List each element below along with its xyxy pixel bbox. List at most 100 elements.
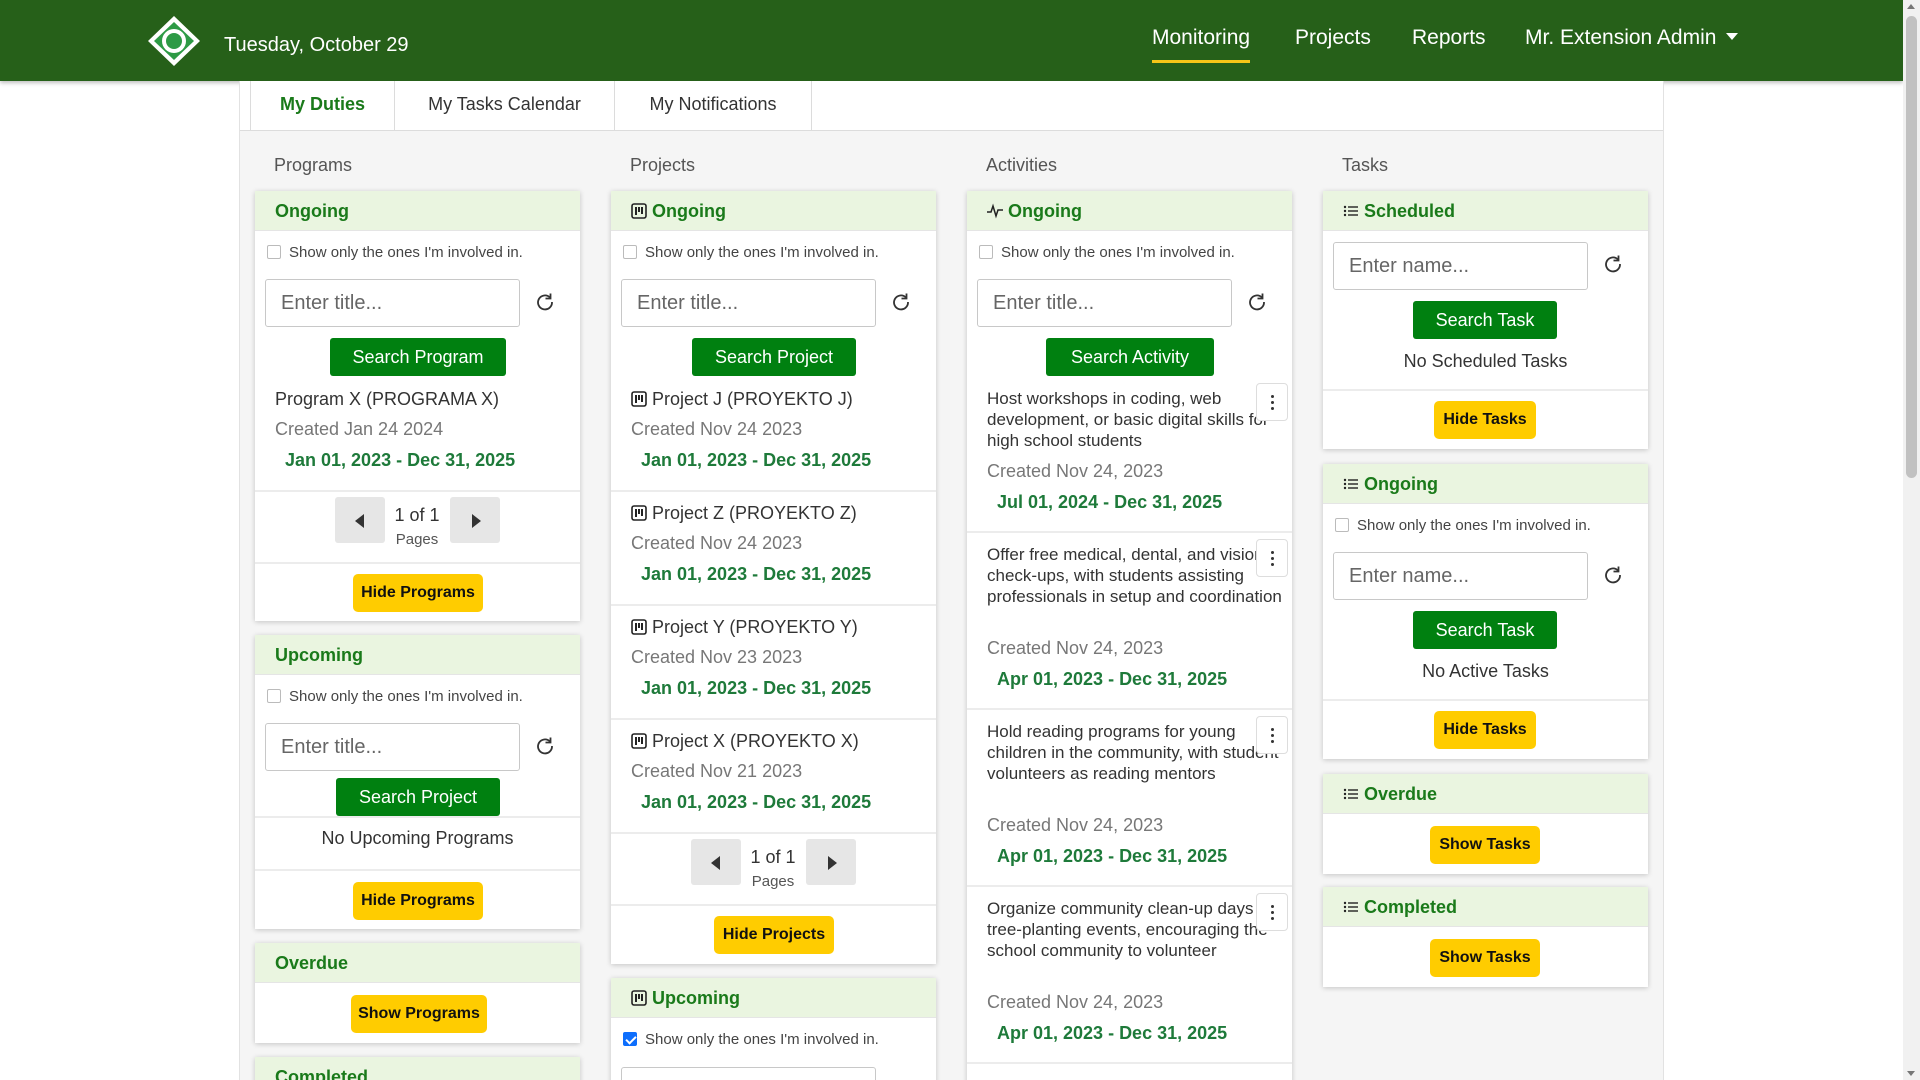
card-header: Ongoing	[967, 191, 1292, 231]
prev-page-button[interactable]	[691, 839, 741, 885]
refresh-icon[interactable]	[891, 292, 911, 312]
activity-title[interactable]: Organize community clean-up days or tree…	[987, 898, 1287, 961]
current-date: Tuesday, October 29	[224, 34, 409, 56]
divider	[611, 718, 936, 720]
card-header: Upcoming	[611, 978, 936, 1018]
involved-filter[interactable]: Show only the ones I'm involved in.	[267, 244, 523, 261]
kebab-icon[interactable]	[1256, 383, 1288, 421]
chevron-left-icon	[711, 856, 720, 870]
tab-my-tasks-calendar[interactable]: My Tasks Calendar	[395, 81, 615, 131]
divider	[611, 604, 936, 606]
involved-label: Show only the ones I'm involved in.	[289, 244, 523, 261]
title-search-input[interactable]: Enter title...	[621, 279, 876, 327]
card-header-label: Upcoming	[652, 988, 740, 1008]
project-title[interactable]: Project X (PROYEKTO X)	[631, 731, 859, 752]
refresh-icon[interactable]	[535, 292, 555, 312]
hide-tasks-button[interactable]: Hide Tasks	[1434, 401, 1536, 439]
page-label: Pages	[395, 531, 439, 548]
chevron-right-icon	[472, 514, 481, 528]
involved-checkbox[interactable]	[623, 1032, 637, 1046]
involved-filter[interactable]: Show only the ones I'm involved in.	[267, 688, 523, 705]
kebab-icon[interactable]	[1256, 893, 1288, 931]
project-title[interactable]: Project Z (PROYEKTO Z)	[631, 503, 857, 524]
projects-upcoming-card: Upcoming Show only the ones I'm involved…	[611, 978, 936, 1080]
title-search-input[interactable]: Enter title...	[977, 279, 1232, 327]
project-title-text: Project Y (PROYEKTO Y)	[652, 617, 858, 637]
user-menu[interactable]: Mr. Extension Admin	[1525, 26, 1739, 50]
activity-title[interactable]: Host workshops in coding, web developmen…	[987, 388, 1287, 451]
programs-upcoming-card: Upcoming Show only the ones I'm involved…	[255, 635, 580, 929]
title-search-input[interactable]: Enter title...	[265, 279, 520, 327]
search-task-button[interactable]: Search Task	[1413, 301, 1557, 339]
divider	[611, 832, 936, 834]
show-tasks-button[interactable]: Show Tasks	[1430, 939, 1540, 977]
next-page-button[interactable]	[806, 839, 856, 885]
involved-filter[interactable]: Show only the ones I'm involved in.	[979, 244, 1235, 261]
list-icon	[1343, 788, 1358, 800]
search-activity-button[interactable]: Search Activity	[1046, 338, 1214, 376]
involved-filter[interactable]: Show only the ones I'm involved in.	[623, 1031, 879, 1048]
program-created: Created Jan 24 2024	[275, 419, 444, 439]
program-title[interactable]: Program X (PROGRAMA X)	[275, 389, 499, 410]
refresh-icon[interactable]	[1603, 565, 1623, 585]
involved-label: Show only the ones I'm involved in.	[1357, 517, 1591, 534]
app-logo-icon[interactable]	[146, 14, 202, 68]
nav-projects[interactable]: Projects	[1295, 26, 1371, 50]
show-programs-button[interactable]: Show Programs	[351, 995, 487, 1033]
project-created: Created Nov 24 2023	[631, 419, 803, 439]
involved-filter[interactable]: Show only the ones I'm involved in.	[1335, 517, 1591, 534]
project-title[interactable]: Project J (PROYEKTO J)	[631, 389, 853, 410]
refresh-icon[interactable]	[1603, 254, 1623, 274]
involved-checkbox[interactable]	[1335, 518, 1349, 532]
prev-page-button[interactable]	[335, 497, 385, 543]
column-title-projects: Projects	[630, 155, 696, 175]
refresh-icon[interactable]	[1247, 292, 1267, 312]
tab-my-notifications[interactable]: My Notifications	[615, 81, 812, 131]
involved-checkbox[interactable]	[623, 245, 637, 259]
kanban-icon	[631, 505, 647, 521]
hide-programs-button[interactable]: Hide Programs	[353, 882, 483, 920]
activity-title[interactable]: Offer free medical, dental, and vision c…	[987, 544, 1287, 607]
refresh-icon[interactable]	[535, 736, 555, 756]
kebab-icon[interactable]	[1256, 716, 1288, 754]
name-search-input[interactable]: Enter name...	[1333, 552, 1588, 600]
involved-checkbox[interactable]	[979, 245, 993, 259]
programs-ongoing-card: Ongoing Show only the ones I'm involved …	[255, 191, 580, 621]
involved-checkbox[interactable]	[267, 689, 281, 703]
involved-checkbox[interactable]	[267, 245, 281, 259]
card-header-label: Ongoing	[652, 201, 726, 221]
show-tasks-button[interactable]: Show Tasks	[1430, 826, 1540, 864]
activity-title[interactable]: Hold reading programs for young children…	[987, 721, 1287, 784]
project-date-range: Jan 01, 2023 - Dec 31, 2025	[641, 792, 872, 812]
kanban-icon	[631, 203, 647, 219]
tab-my-duties[interactable]: My Duties	[250, 81, 395, 131]
next-page-button[interactable]	[450, 497, 500, 543]
tasks-completed-card: Completed Show Tasks	[1323, 887, 1648, 987]
scroll-down-icon[interactable]	[1907, 1071, 1915, 1076]
project-title[interactable]: Project Y (PROYEKTO Y)	[631, 617, 858, 638]
title-search-input[interactable]	[621, 1067, 876, 1080]
hide-tasks-button[interactable]: Hide Tasks	[1434, 711, 1536, 749]
chevron-left-icon	[355, 514, 364, 528]
nav-reports[interactable]: Reports	[1412, 26, 1486, 50]
scroll-up-icon[interactable]	[1907, 4, 1915, 9]
search-task-button[interactable]: Search Task	[1413, 611, 1557, 649]
column-title-activities: Activities	[986, 155, 1058, 175]
title-search-input[interactable]: Enter title...	[265, 723, 520, 771]
card-header-label: Scheduled	[1364, 201, 1456, 221]
scroll-thumb[interactable]	[1906, 16, 1917, 478]
search-program-button[interactable]: Search Program	[330, 338, 506, 376]
hide-programs-button[interactable]: Hide Programs	[353, 574, 483, 612]
search-project-button[interactable]: Search Project	[692, 338, 856, 376]
hide-projects-button[interactable]: Hide Projects	[714, 916, 834, 954]
page-scrollbar[interactable]	[1903, 0, 1920, 1080]
programs-completed-card: Completed	[255, 1057, 580, 1080]
search-project-button[interactable]: Search Project	[336, 778, 500, 816]
kebab-icon[interactable]	[1256, 539, 1288, 577]
divider	[967, 531, 1292, 533]
card-header: Completed	[255, 1057, 580, 1080]
involved-filter[interactable]: Show only the ones I'm involved in.	[623, 244, 879, 261]
card-header: Ongoing	[611, 191, 936, 231]
nav-monitoring[interactable]: Monitoring	[1152, 26, 1251, 63]
name-search-input[interactable]: Enter name...	[1333, 242, 1588, 290]
